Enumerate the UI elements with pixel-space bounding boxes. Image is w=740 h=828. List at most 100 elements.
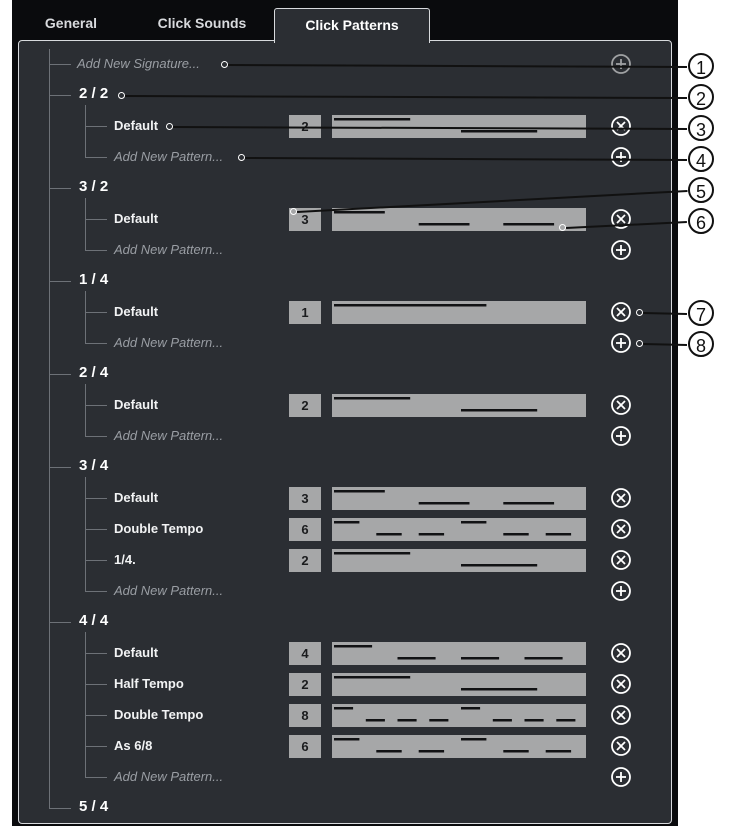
- beat-count[interactable]: 8: [289, 704, 321, 727]
- add-new-pattern[interactable]: Add New Pattern...: [114, 769, 223, 784]
- add-pattern-button[interactable]: [610, 146, 632, 168]
- tree-connector: [85, 746, 107, 747]
- pattern-bar[interactable]: [332, 487, 586, 510]
- pattern-bar[interactable]: [332, 549, 586, 572]
- pattern-name[interactable]: Half Tempo: [114, 676, 184, 691]
- remove-pattern-button[interactable]: [610, 208, 632, 230]
- pattern-name[interactable]: Default: [114, 397, 158, 412]
- remove-pattern-button[interactable]: [610, 549, 632, 571]
- pattern-name[interactable]: 1/4.: [114, 552, 136, 567]
- remove-pattern-button[interactable]: [610, 487, 632, 509]
- callout-anchor: [289, 207, 297, 215]
- pattern-name[interactable]: Default: [114, 490, 158, 505]
- pattern-bar[interactable]: [332, 704, 586, 727]
- pattern-beats: [334, 397, 538, 412]
- add-new-pattern[interactable]: Add New Pattern...: [114, 583, 223, 598]
- tab-click-patterns[interactable]: Click Patterns: [274, 8, 430, 43]
- pattern-name[interactable]: Default: [114, 118, 158, 133]
- add-signature-button[interactable]: [610, 53, 632, 75]
- tree-connector: [85, 632, 86, 777]
- add-pattern-button[interactable]: [610, 766, 632, 788]
- remove-pattern-button[interactable]: [610, 115, 632, 137]
- plus-circle-icon: [611, 581, 631, 601]
- beat-count[interactable]: 1: [289, 301, 321, 324]
- callout-number: 4: [688, 146, 714, 172]
- tree-connector: [85, 105, 86, 157]
- pattern-name[interactable]: Default: [114, 304, 158, 319]
- beat: [397, 719, 417, 722]
- pattern-name[interactable]: Double Tempo: [114, 521, 203, 536]
- tree-connector: [85, 498, 107, 499]
- add-new-pattern[interactable]: Add New Pattern...: [114, 335, 223, 350]
- beat-count[interactable]: 6: [289, 735, 321, 758]
- pattern-bar[interactable]: [332, 208, 586, 231]
- accent-beat: [334, 211, 385, 214]
- beat-count[interactable]: 6: [289, 518, 321, 541]
- remove-circle-icon: [611, 209, 631, 229]
- pattern-bar[interactable]: [332, 301, 586, 324]
- accent-beat: [334, 304, 487, 307]
- click-patterns-window: General Click Sounds Click Patterns Add …: [12, 0, 678, 826]
- signature-label[interactable]: 4 / 4: [79, 612, 108, 629]
- pattern-beats: [334, 521, 572, 536]
- beat: [429, 719, 449, 722]
- add-pattern-button[interactable]: [610, 239, 632, 261]
- add-new-pattern[interactable]: Add New Pattern...: [114, 242, 223, 257]
- pattern-beats: [334, 676, 538, 691]
- pattern-bar[interactable]: [332, 735, 586, 758]
- tab-click-sounds[interactable]: Click Sounds: [142, 12, 262, 34]
- accent-beat: [334, 490, 385, 493]
- beat: [556, 719, 576, 722]
- remove-pattern-button[interactable]: [610, 518, 632, 540]
- tree-connector: [85, 715, 107, 716]
- remove-pattern-button[interactable]: [610, 301, 632, 323]
- tree-connector: [85, 291, 86, 343]
- pattern-name[interactable]: Default: [114, 645, 158, 660]
- beat-count[interactable]: 2: [289, 673, 321, 696]
- remove-pattern-button[interactable]: [610, 642, 632, 664]
- beat-count[interactable]: 2: [289, 394, 321, 417]
- pattern-name[interactable]: Default: [114, 211, 158, 226]
- pattern-bar[interactable]: [332, 673, 586, 696]
- pattern-bar[interactable]: [332, 642, 586, 665]
- tree-connector: [49, 49, 50, 809]
- tab-general[interactable]: General: [26, 12, 116, 34]
- callout-number: 6: [688, 208, 714, 234]
- tree-connector: [85, 126, 107, 127]
- remove-circle-icon: [611, 550, 631, 570]
- pattern-name[interactable]: Double Tempo: [114, 707, 203, 722]
- beat: [376, 533, 402, 536]
- beat: [365, 719, 385, 722]
- accent-beat: [334, 676, 411, 679]
- remove-pattern-button[interactable]: [610, 673, 632, 695]
- signature-label[interactable]: 3 / 2: [79, 178, 108, 195]
- signature-label[interactable]: 2 / 2: [79, 85, 108, 102]
- add-new-pattern[interactable]: Add New Pattern...: [114, 149, 223, 164]
- tree-connector: [49, 374, 71, 375]
- remove-pattern-button[interactable]: [610, 704, 632, 726]
- add-pattern-button[interactable]: [610, 580, 632, 602]
- signature-label[interactable]: 5 / 4: [79, 798, 108, 815]
- beat-count[interactable]: 3: [289, 487, 321, 510]
- pattern-beats: [334, 490, 555, 505]
- pattern-beats: [334, 211, 555, 226]
- beat-count[interactable]: 4: [289, 642, 321, 665]
- remove-pattern-button[interactable]: [610, 735, 632, 757]
- pattern-bar[interactable]: [332, 518, 586, 541]
- add-pattern-button[interactable]: [610, 425, 632, 447]
- callout-number: 7: [688, 300, 714, 326]
- remove-circle-icon: [611, 116, 631, 136]
- accent-beat: [334, 118, 411, 121]
- pattern-bar[interactable]: [332, 394, 586, 417]
- add-new-signature[interactable]: Add New Signature...: [77, 56, 200, 71]
- remove-pattern-button[interactable]: [610, 394, 632, 416]
- beat-count[interactable]: 2: [289, 549, 321, 572]
- add-pattern-button[interactable]: [610, 332, 632, 354]
- signature-label[interactable]: 3 / 4: [79, 457, 108, 474]
- signature-label[interactable]: 1 / 4: [79, 271, 108, 288]
- signature-label[interactable]: 2 / 4: [79, 364, 108, 381]
- pattern-name[interactable]: As 6/8: [114, 738, 152, 753]
- add-new-pattern[interactable]: Add New Pattern...: [114, 428, 223, 443]
- tree-connector: [85, 684, 107, 685]
- beat: [492, 719, 512, 722]
